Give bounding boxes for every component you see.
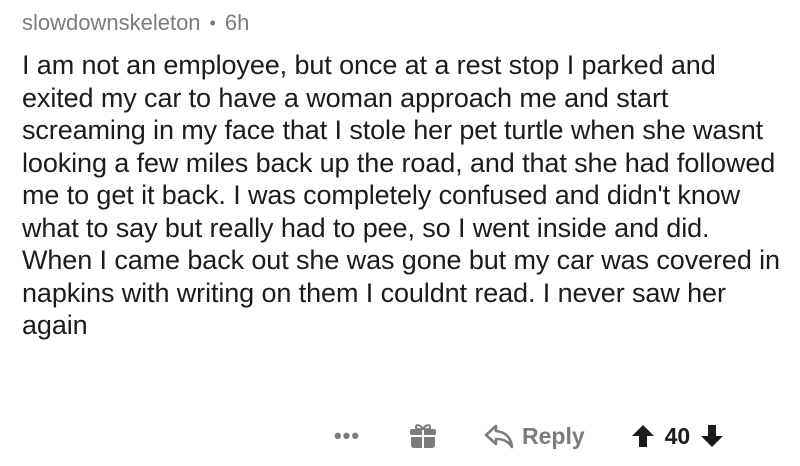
author-name[interactable]: slowdownskeleton — [22, 6, 201, 40]
reply-label: Reply — [522, 422, 585, 449]
reply-arrow-icon — [484, 424, 514, 449]
gift-icon[interactable] — [408, 421, 438, 451]
comment-meta: slowdownskeleton • 6h — [22, 6, 792, 40]
comment-actions: ••• Reply 40 — [330, 418, 724, 454]
comment-age: 6h — [224, 10, 250, 35]
reply-button[interactable]: Reply — [484, 423, 585, 450]
downvote-arrow-icon[interactable] — [700, 423, 724, 449]
vote-score: 40 — [664, 422, 691, 449]
comment: slowdownskeleton • 6h I am not an employ… — [22, 6, 792, 342]
comment-body: I am not an employee, but once at a rest… — [22, 50, 780, 340]
meta-separator: • — [209, 13, 216, 33]
vote-controls: 40 — [631, 423, 725, 450]
upvote-arrow-icon[interactable] — [631, 423, 655, 449]
more-options-button[interactable]: ••• — [330, 425, 364, 447]
